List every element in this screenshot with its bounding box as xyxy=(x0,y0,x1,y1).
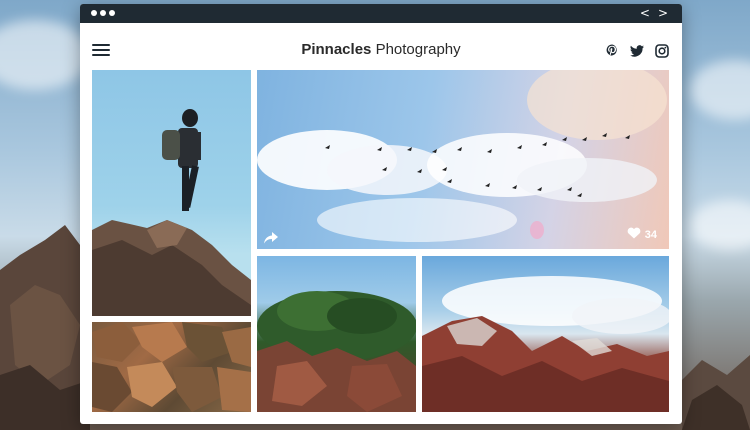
site-title[interactable]: Pinnacles Photography xyxy=(80,41,682,58)
background-rock-right xyxy=(682,355,750,430)
window-nav: < > xyxy=(640,6,668,20)
share-icon[interactable] xyxy=(264,231,278,244)
brand-name-bold: Pinnacles xyxy=(301,41,372,58)
chevron-right-icon[interactable]: > xyxy=(658,6,668,20)
photo-cypress-cliff[interactable] xyxy=(257,256,416,412)
social-links xyxy=(604,43,670,59)
brand-name-light: Photography xyxy=(375,41,461,58)
window-titlebar: < > xyxy=(80,4,682,23)
window-controls[interactable] xyxy=(91,10,115,16)
chevron-left-icon[interactable]: < xyxy=(640,6,650,20)
photo-birds-sky[interactable]: 34 xyxy=(257,70,669,249)
like-count: 34 xyxy=(644,229,657,241)
window-dot[interactable] xyxy=(109,10,115,16)
background-cloud xyxy=(0,20,90,90)
twitter-icon[interactable] xyxy=(629,43,645,59)
photo-hiker-on-rock[interactable] xyxy=(92,70,251,316)
background-cloud xyxy=(690,200,750,250)
photo-red-peaks[interactable] xyxy=(422,256,669,412)
photo-rock-closeup[interactable] xyxy=(92,322,251,412)
browser-window: < > Pinnacles Photography 34 xyxy=(80,4,682,424)
instagram-icon[interactable] xyxy=(654,43,670,59)
window-dot[interactable] xyxy=(100,10,106,16)
like-counter[interactable]: 34 xyxy=(627,226,657,244)
pinterest-icon[interactable] xyxy=(604,43,620,59)
window-dot[interactable] xyxy=(91,10,97,16)
heart-icon[interactable] xyxy=(627,226,641,244)
background-cloud xyxy=(690,60,750,120)
background-rock-left xyxy=(0,225,90,430)
site-header: Pinnacles Photography xyxy=(80,23,682,73)
